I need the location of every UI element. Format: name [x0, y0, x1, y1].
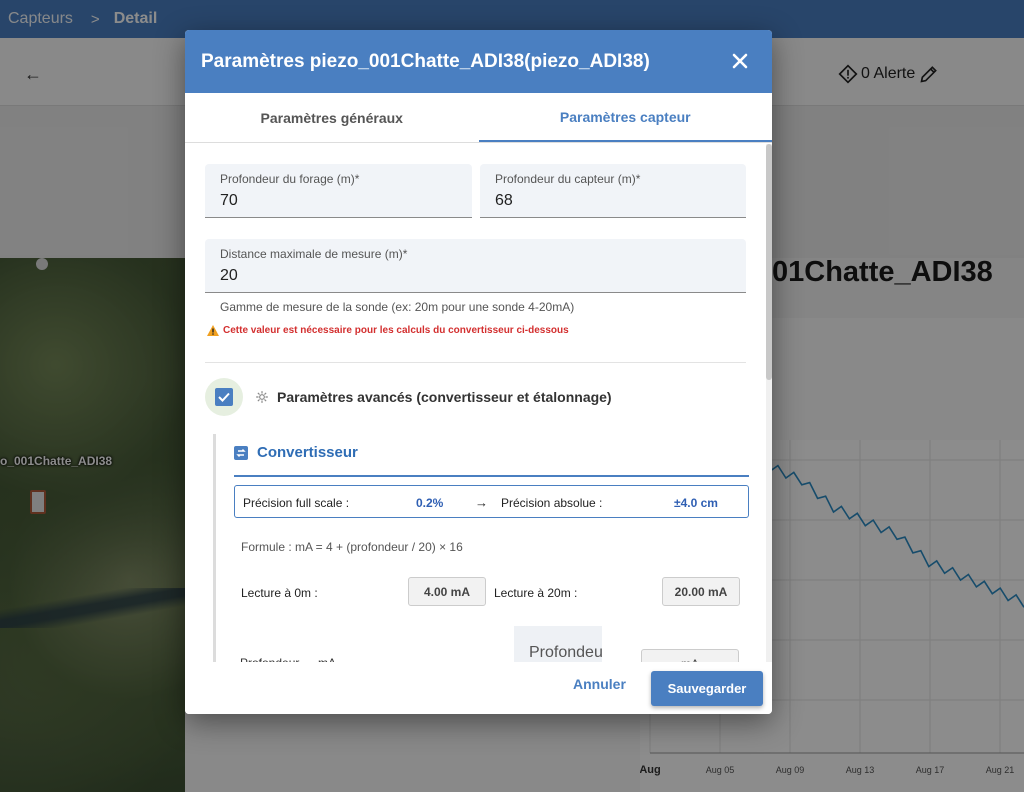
reading-20m-value: 20.00 mA: [662, 577, 740, 606]
settings-dialog: Paramètres piezo_001Chatte_ADI38(piezo_A…: [185, 30, 772, 714]
dialog-footer: Annuler Sauvegarder: [185, 662, 772, 714]
converter-header: Convertisseur: [234, 444, 358, 461]
check-icon: [218, 392, 230, 402]
dialog-title: Paramètres piezo_001Chatte_ADI38(piezo_A…: [201, 50, 650, 72]
precision-box: Précision full scale : 0.2% → Précision …: [234, 485, 749, 518]
converter-title: Convertisseur: [257, 444, 358, 461]
advanced-checkbox[interactable]: [215, 388, 233, 406]
tab-parametres-generaux[interactable]: Paramètres généraux: [185, 93, 479, 142]
save-button[interactable]: Sauvegarder: [651, 671, 763, 706]
capteur-depth-field[interactable]: Profondeur du capteur (m)* 68: [480, 164, 746, 218]
converter-rule: [234, 475, 749, 477]
reading-0m-value: 4.00 mA: [408, 577, 486, 606]
warning-text: Cette valeur est nécessaire pour les cal…: [223, 325, 569, 336]
max-distance-helper: Gamme de mesure de la sonde (ex: 20m pou…: [220, 300, 575, 314]
section-divider: [205, 362, 746, 363]
capteur-depth-value[interactable]: 68: [495, 192, 513, 210]
warning-triangle-icon: [207, 325, 219, 336]
absolute-precision-label: Précision absolue :: [501, 496, 603, 510]
advanced-label[interactable]: Paramètres avancés (convertisseur et éta…: [277, 389, 612, 405]
precision-value: 0.2%: [416, 496, 444, 510]
reading-0m-label: Lecture à 0m :: [241, 586, 318, 600]
depth-input-tile[interactable]: Profondeur: [514, 626, 602, 666]
dialog-scrollbar[interactable]: [766, 144, 772, 662]
dialog-header: Paramètres piezo_001Chatte_ADI38(piezo_A…: [185, 30, 772, 93]
dialog-body: Profondeur du forage (m)* 70 Profondeur …: [185, 144, 772, 662]
cancel-button[interactable]: Annuler: [573, 676, 626, 692]
formula-text: Formule : mA = 4 + (profondeur / 20) × 1…: [241, 540, 463, 554]
arrow-right-icon: →: [475, 495, 488, 510]
dialog-tabs: Paramètres généraux Paramètres capteur: [185, 93, 772, 143]
tab-parametres-capteur[interactable]: Paramètres capteur: [478, 93, 772, 142]
max-distance-field[interactable]: Distance maximale de mesure (m)* 20: [205, 239, 746, 293]
converter-icon: [234, 445, 248, 460]
advanced-checkbox-halo: [205, 378, 243, 416]
max-distance-value[interactable]: 20: [220, 267, 238, 285]
reading-20m-label: Lecture à 20m :: [494, 586, 578, 600]
warning-message: Cette valeur est nécessaire pour les cal…: [207, 325, 569, 336]
capteur-depth-label: Profondeur du capteur (m)*: [495, 172, 641, 186]
close-icon[interactable]: [728, 49, 752, 73]
converter-section: Convertisseur Précision full scale : 0.2…: [213, 434, 749, 662]
forage-depth-value[interactable]: 70: [220, 192, 238, 210]
gear-icon: [256, 391, 268, 403]
scrollbar-thumb[interactable]: [766, 144, 772, 380]
precision-label: Précision full scale :: [243, 496, 350, 510]
absolute-precision-value: ±4.0 cm: [674, 496, 718, 510]
advanced-toggle-row: Paramètres avancés (convertisseur et éta…: [205, 378, 612, 416]
forage-depth-label: Profondeur du forage (m)*: [220, 172, 360, 186]
max-distance-label: Distance maximale de mesure (m)*: [220, 247, 408, 261]
forage-depth-field[interactable]: Profondeur du forage (m)* 70: [205, 164, 472, 218]
